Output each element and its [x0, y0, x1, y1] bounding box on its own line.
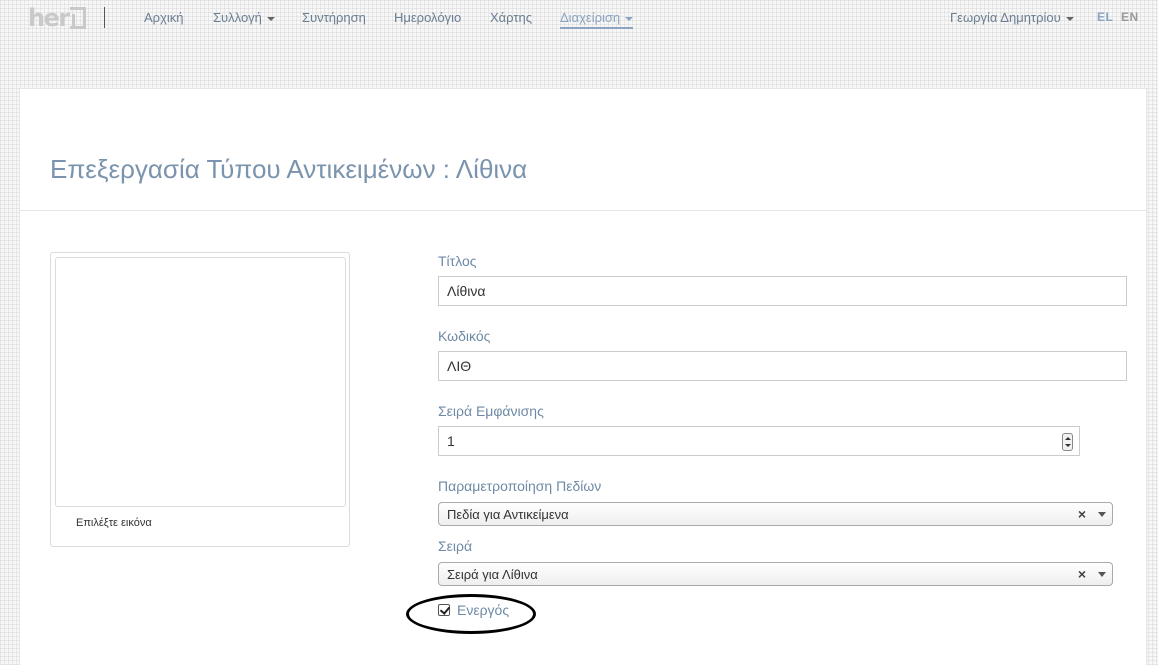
- spinner-icon[interactable]: [1062, 433, 1073, 451]
- title-divider: [20, 210, 1146, 211]
- top-navbar: her Αρχική Συλλογή Συντήρηση Ημερολόγιο …: [0, 0, 1158, 36]
- display-order-input[interactable]: 1: [438, 426, 1080, 456]
- image-card: Επιλέξτε εικόνα: [50, 252, 350, 547]
- display-order-label: Σειρά Εμφάνισης: [438, 403, 544, 419]
- herit-logo[interactable]: her: [28, 4, 86, 32]
- title-input[interactable]: Λίθινα: [438, 276, 1127, 306]
- display-order-value: 1: [447, 433, 455, 449]
- select-image-label[interactable]: Επιλέξτε εικόνα: [76, 517, 152, 529]
- logo-divider: [104, 7, 105, 28]
- nav-collection[interactable]: Συλλογή: [213, 10, 275, 25]
- code-label: Κωδικός: [438, 328, 491, 344]
- image-preview[interactable]: [55, 257, 346, 507]
- user-menu[interactable]: Γεωργία Δημητρίου: [950, 10, 1074, 25]
- highlight-ellipse: [406, 594, 536, 634]
- code-input[interactable]: ΛΙΘ: [438, 351, 1127, 381]
- main-panel: Επεξεργασία Τύπου Αντικειμένων : Λίθινα …: [19, 88, 1147, 665]
- lang-en[interactable]: EN: [1121, 10, 1139, 24]
- nav-calendar[interactable]: Ημερολόγιο: [394, 10, 461, 25]
- caret-down-icon: [266, 16, 275, 21]
- nav-conservation[interactable]: Συντήρηση: [302, 10, 366, 25]
- clear-icon[interactable]: ×: [1078, 566, 1086, 582]
- series-select[interactable]: Σειρά για Λίθινα ×: [438, 562, 1113, 586]
- page-title: Επεξεργασία Τύπου Αντικειμένων : Λίθινα: [50, 154, 528, 184]
- caret-down-icon: [1065, 16, 1074, 21]
- field-config-select[interactable]: Πεδία για Αντικείμενα ×: [438, 502, 1113, 526]
- field-config-value: Πεδία για Αντικείμενα: [447, 507, 569, 522]
- caret-down-icon: [625, 16, 634, 21]
- nav-admin[interactable]: Διαχείριση: [560, 10, 634, 29]
- clear-icon[interactable]: ×: [1078, 506, 1086, 522]
- nav-home[interactable]: Αρχική: [144, 10, 184, 25]
- series-label: Σειρά: [438, 538, 473, 554]
- lang-el[interactable]: EL: [1097, 10, 1113, 24]
- field-config-label: Παραμετροποίηση Πεδίων: [438, 478, 602, 494]
- logo-text: her: [28, 4, 70, 32]
- nav-map[interactable]: Χάρτης: [490, 10, 532, 25]
- series-value: Σειρά για Λίθινα: [447, 567, 538, 582]
- chevron-down-icon[interactable]: [1098, 572, 1106, 577]
- logo-box-icon: [69, 7, 86, 29]
- chevron-down-icon[interactable]: [1098, 512, 1106, 517]
- title-label: Τίτλος: [438, 253, 477, 269]
